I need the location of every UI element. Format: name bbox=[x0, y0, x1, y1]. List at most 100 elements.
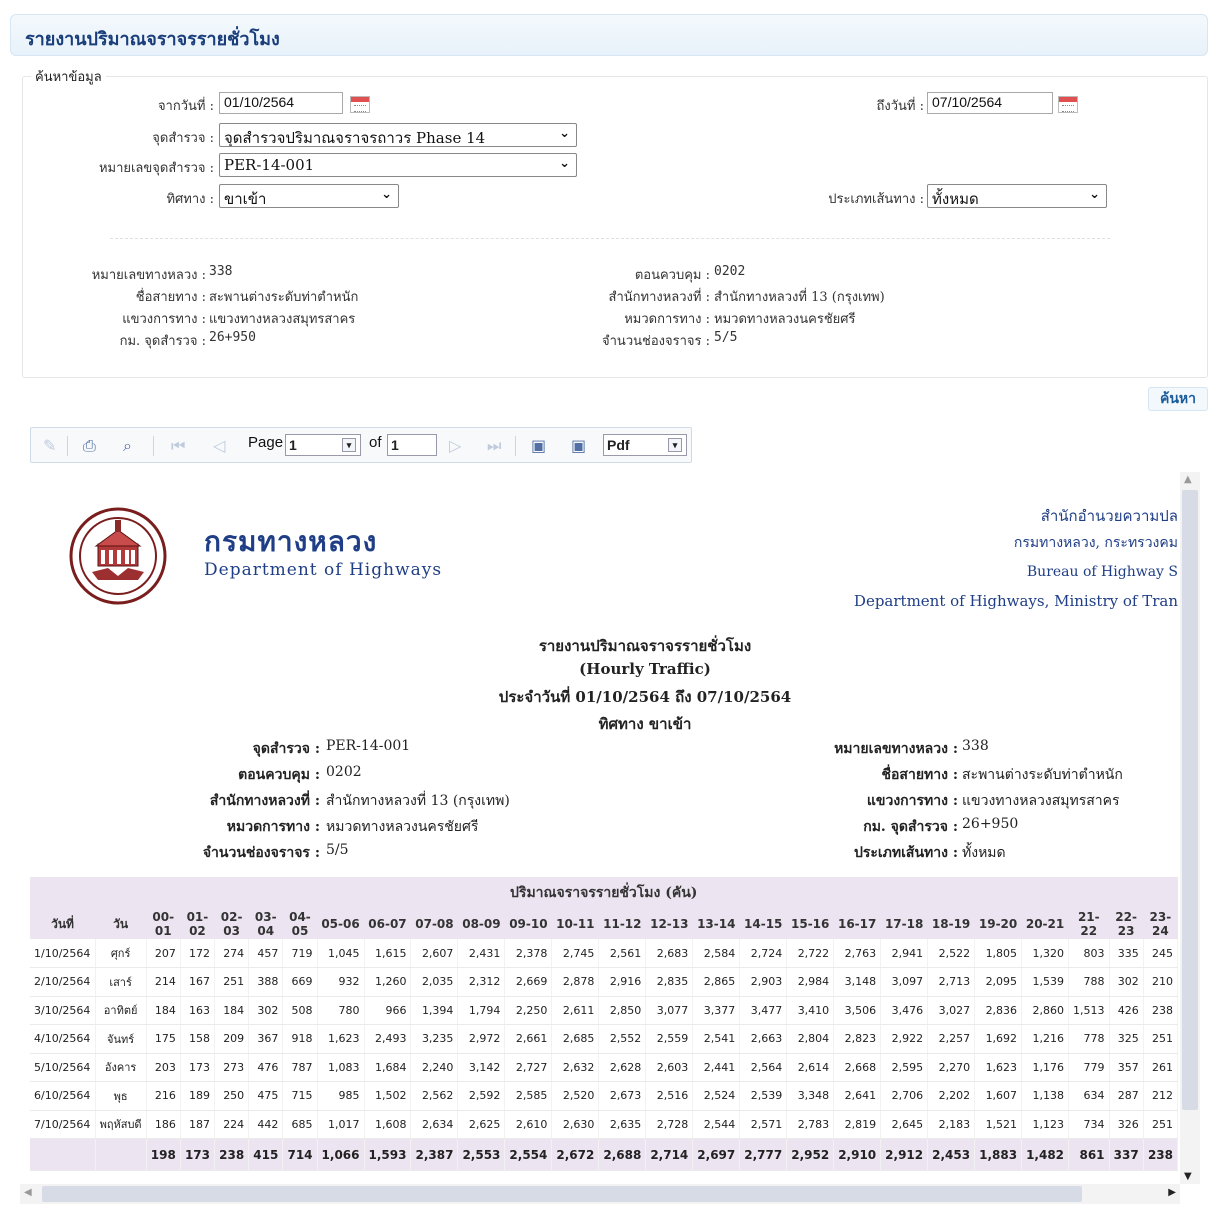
table-cell: อังคาร bbox=[95, 1053, 147, 1082]
table-cell: 2,728 bbox=[645, 1110, 694, 1139]
export-format-select[interactable]: Pdf ▾ bbox=[603, 434, 687, 456]
column-header: 11-12 bbox=[598, 909, 646, 939]
station-no-select[interactable]: PER-14-001 ⌄ bbox=[219, 153, 577, 177]
table-cell: 2,850 bbox=[598, 996, 647, 1025]
from-date-input[interactable]: 01/10/2564 bbox=[219, 92, 343, 114]
table-cell: 2,522 bbox=[927, 939, 976, 968]
table-cell: 2,663 bbox=[739, 1024, 788, 1054]
table-cell: 388 bbox=[248, 967, 284, 997]
table-cell: 3,097 bbox=[880, 967, 929, 997]
vertical-scroll-thumb[interactable] bbox=[1182, 490, 1198, 1110]
scroll-down-icon[interactable]: ▼ bbox=[1184, 1171, 1192, 1182]
table-total-cell: 2,952 bbox=[786, 1138, 835, 1171]
prev-page-icon[interactable]: ◁ bbox=[213, 436, 225, 455]
table-cell: 1,502 bbox=[364, 1081, 412, 1111]
km-value: 26+950 bbox=[209, 330, 256, 345]
station-no-label: หมายเลขจุดสำรวจ : bbox=[98, 161, 214, 176]
scroll-right-icon[interactable]: ▶ bbox=[1168, 1187, 1176, 1198]
report-route-type-label: ประเภทเส้นทาง : bbox=[853, 845, 958, 861]
print-icon[interactable]: ⎙ bbox=[83, 436, 96, 456]
table-cell: 1,138 bbox=[1021, 1081, 1070, 1111]
table-cell: 3,148 bbox=[833, 967, 882, 997]
table-cell: 3,077 bbox=[645, 996, 694, 1025]
table-cell: 367 bbox=[248, 1024, 284, 1054]
report-station-value: PER-14-001 bbox=[326, 738, 411, 754]
lanes-value: 5/5 bbox=[714, 330, 738, 345]
first-page-icon[interactable]: ⏮ bbox=[171, 436, 185, 456]
toolbar-separator bbox=[515, 436, 516, 456]
table-cell: 210 bbox=[1143, 967, 1178, 997]
column-header: 20-21 bbox=[1021, 909, 1069, 939]
report-km-label: กม. จุดสำรวจ : bbox=[863, 819, 958, 835]
table-cell: 302 bbox=[248, 996, 284, 1025]
table-cell: 669 bbox=[282, 967, 318, 997]
table-cell: 1,260 bbox=[364, 967, 412, 997]
from-calendar-icon[interactable] bbox=[350, 96, 370, 113]
page-number-input[interactable]: 1 ▾ bbox=[285, 434, 361, 456]
station-select[interactable]: จุดสำรวจปริมาณจราจรถาวร Phase 14 ⌄ bbox=[219, 123, 577, 147]
search-button[interactable]: ค้นหา bbox=[1148, 387, 1208, 411]
table-cell: 261 bbox=[1143, 1053, 1178, 1082]
chevron-down-icon[interactable]: ▾ bbox=[342, 438, 356, 452]
table-row: 1/10/2564 ศุกร์ 207 172 274 457 719 1,045 1,615 2… bbox=[30, 939, 1178, 968]
from-date-label: จากวันที่ : bbox=[157, 99, 214, 114]
print-preview-icon[interactable]: ⌕ bbox=[123, 436, 132, 456]
table-cell: 274 bbox=[214, 939, 250, 968]
table-cell: 273 bbox=[214, 1053, 250, 1082]
table-cell: 2,552 bbox=[598, 1024, 647, 1054]
vertical-scrollbar[interactable]: ▲ ▼ bbox=[1180, 472, 1200, 1184]
save-icon[interactable]: ▣ bbox=[531, 436, 546, 455]
page-count-input: 1 bbox=[387, 434, 437, 456]
table-total-cell: 2,553 bbox=[457, 1138, 506, 1171]
column-header: 08-09 bbox=[457, 909, 505, 939]
table-cell: 2,668 bbox=[833, 1053, 882, 1082]
column-header: 06-07 bbox=[364, 909, 411, 939]
table-total-cell: 1,482 bbox=[1021, 1138, 1070, 1171]
table-cell: 2,669 bbox=[504, 967, 553, 997]
table-cell: 966 bbox=[364, 996, 412, 1025]
scroll-up-icon[interactable]: ▲ bbox=[1184, 474, 1192, 485]
report-toolbar: ✎ ⎙ ⌕ ⏮ ◁ Page 1 ▾ of 1 ▷ ⏭ ▣ ▣ Pdf ▾ bbox=[30, 427, 692, 463]
last-page-icon[interactable]: ⏭ bbox=[487, 436, 501, 456]
report-bureau-value: สำนักทางหลวงที่ 13 (กรุงเทพ) bbox=[326, 793, 510, 809]
to-calendar-icon[interactable] bbox=[1058, 96, 1078, 113]
table-total-cell: 2,777 bbox=[739, 1138, 788, 1171]
table-cell: 186 bbox=[146, 1110, 181, 1139]
table-cell: 475 bbox=[248, 1081, 284, 1111]
table-total-cell: 2,672 bbox=[551, 1138, 600, 1171]
report-km-value: 26+950 bbox=[962, 816, 1019, 832]
table-cell: 2,562 bbox=[410, 1081, 459, 1111]
scroll-left-icon[interactable]: ◀ bbox=[24, 1187, 32, 1198]
table-cell: 287 bbox=[1109, 1081, 1144, 1111]
table-cell: 2,860 bbox=[1021, 996, 1070, 1025]
chevron-down-icon[interactable]: ▾ bbox=[668, 438, 682, 452]
horizontal-scrollbar[interactable]: ◀ ▶ bbox=[20, 1184, 1180, 1204]
refresh-icon[interactable]: ✎ bbox=[43, 436, 56, 455]
table-cell: 251 bbox=[1143, 1110, 1178, 1139]
table-cell: 2,035 bbox=[410, 967, 459, 997]
lanes-label: จำนวนช่องจราจร : bbox=[602, 334, 710, 349]
department-name-th: กรมทางหลวง bbox=[204, 525, 378, 558]
table-total-cell bbox=[95, 1138, 147, 1171]
table-total-cell: 1,066 bbox=[317, 1138, 365, 1171]
table-cell: 1,017 bbox=[317, 1110, 365, 1139]
column-header: 14-15 bbox=[739, 909, 787, 939]
table-cell: พุธ bbox=[95, 1081, 147, 1111]
column-header: 00-01 bbox=[146, 909, 181, 939]
table-cell: 1,216 bbox=[1021, 1024, 1070, 1054]
to-date-input[interactable]: 07/10/2564 bbox=[927, 92, 1053, 114]
table-total-cell: 198 bbox=[146, 1138, 181, 1171]
table-cell: 189 bbox=[180, 1081, 216, 1111]
hourly-traffic-table: ปริมาณจราจรรายชั่วโมง (คัน) วันที่ วัน 00-… bbox=[30, 877, 1178, 1171]
horizontal-scroll-thumb[interactable] bbox=[42, 1186, 1082, 1202]
page-label: Page bbox=[248, 434, 284, 451]
route-type-select[interactable]: ทั้งหมด ⌄ bbox=[927, 184, 1107, 208]
table-total-cell: 2,912 bbox=[880, 1138, 929, 1171]
next-page-icon[interactable]: ▷ bbox=[449, 436, 461, 455]
table-cell: 2,941 bbox=[880, 939, 929, 968]
toolbar-separator bbox=[67, 436, 68, 456]
direction-select[interactable]: ขาเข้า ⌄ bbox=[219, 184, 399, 208]
table-cell: 2,722 bbox=[786, 939, 835, 968]
export-icon[interactable]: ▣ bbox=[571, 436, 586, 455]
table-cell: 2,724 bbox=[739, 939, 788, 968]
